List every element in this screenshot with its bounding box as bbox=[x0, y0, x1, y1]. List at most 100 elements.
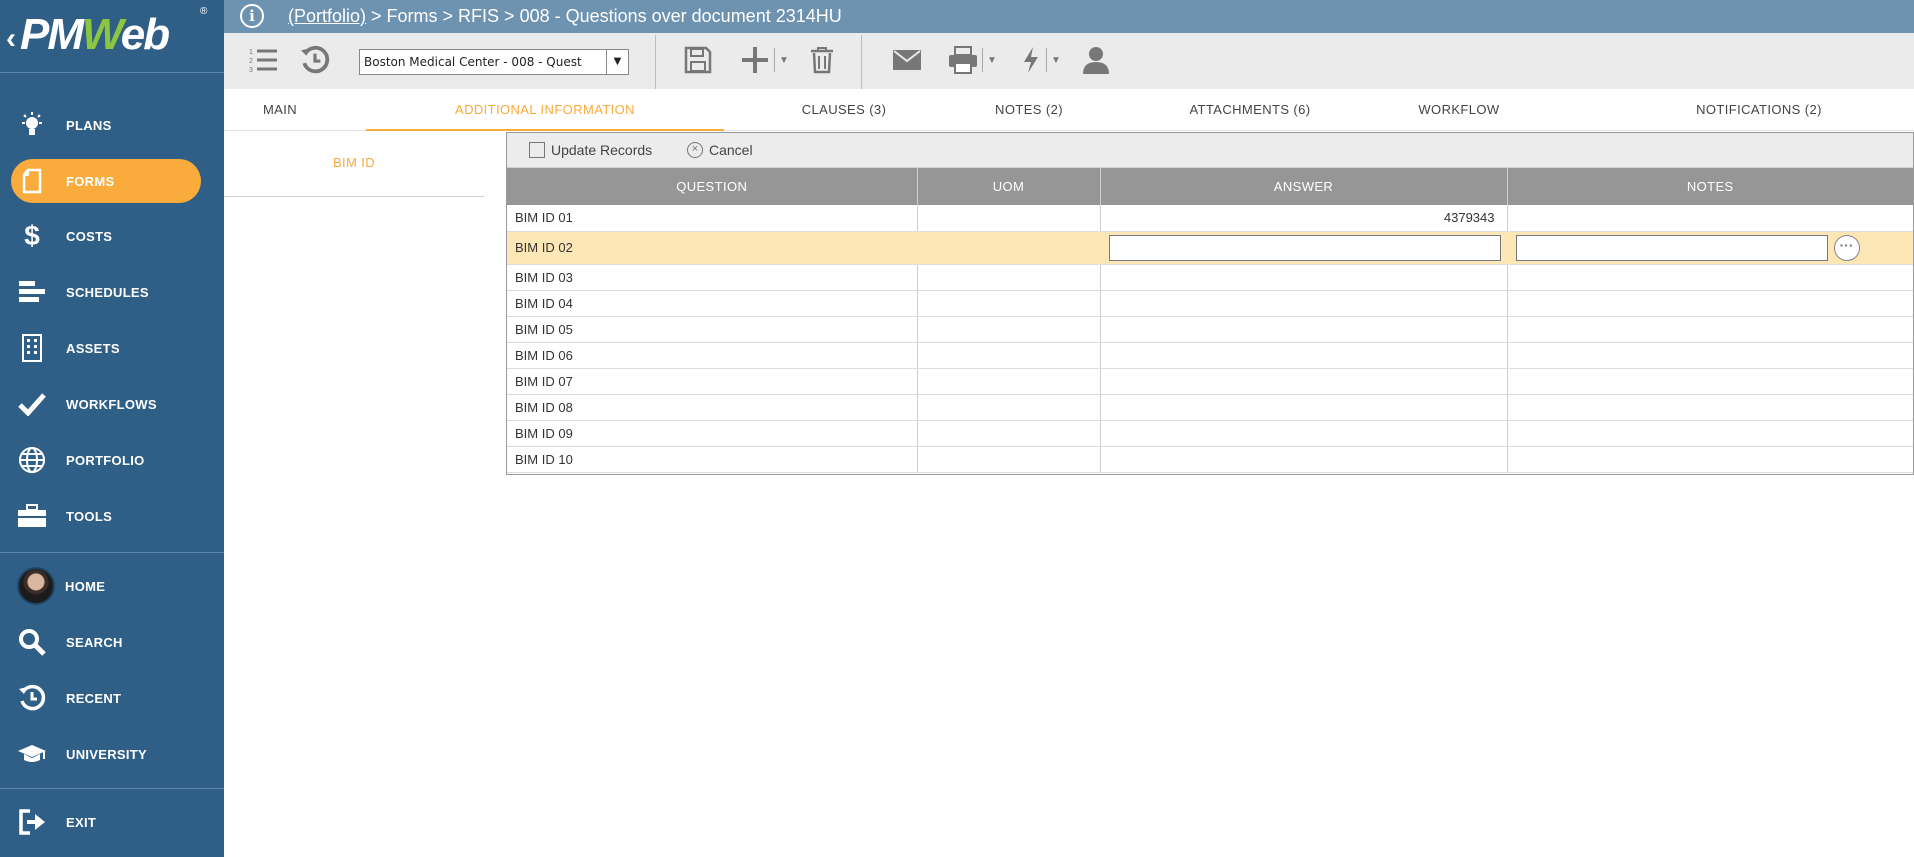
uom-cell bbox=[917, 394, 1101, 421]
table-row[interactable]: BIM ID 03 bbox=[507, 264, 1913, 291]
table-row[interactable]: BIM ID 04 bbox=[507, 290, 1913, 317]
sidebar-divider bbox=[0, 552, 224, 553]
tab-attachments[interactable]: ATTACHMENTS (6) bbox=[1160, 89, 1340, 131]
toolbar: 1 2 3 Boston Medical Center - 008 - Quest … bbox=[224, 33, 1914, 89]
answer-cell bbox=[1100, 231, 1508, 265]
chevron-down-icon[interactable]: ▼ bbox=[987, 55, 997, 66]
sidebar-item-label: UNIVERSITY bbox=[66, 746, 148, 762]
question-cell: BIM ID 06 bbox=[507, 342, 918, 369]
tab-notes[interactable]: NOTES (2) bbox=[954, 89, 1104, 131]
table-row[interactable]: BIM ID 08 bbox=[507, 394, 1913, 421]
chevron-left-icon[interactable]: ‹ bbox=[6, 22, 16, 56]
update-records-label: Update Records bbox=[551, 142, 653, 158]
uom-cell bbox=[917, 420, 1101, 447]
questions-table: QUESTION UOM ANSWER NOTES BIM ID 01 4379… bbox=[507, 168, 1913, 473]
sidebar-divider bbox=[0, 72, 224, 73]
answer-cell[interactable] bbox=[1100, 316, 1508, 343]
table-header-row: QUESTION UOM ANSWER NOTES bbox=[507, 168, 1913, 205]
answer-input[interactable] bbox=[1108, 234, 1501, 261]
sidebar-item-recent[interactable]: RECENT bbox=[0, 676, 224, 720]
notes-cell[interactable] bbox=[1507, 316, 1913, 343]
sidebar-item-forms[interactable]: FORMS bbox=[11, 159, 201, 203]
table-row[interactable]: BIM ID 06 bbox=[507, 342, 1913, 369]
answer-cell[interactable] bbox=[1100, 394, 1508, 421]
building-icon bbox=[17, 333, 47, 363]
sidebar-item-costs[interactable]: $ COSTS bbox=[0, 214, 224, 258]
email-icon[interactable] bbox=[892, 43, 922, 77]
question-cell: BIM ID 09 bbox=[507, 420, 918, 447]
answer-cell[interactable] bbox=[1100, 290, 1508, 317]
sidebar-item-schedules[interactable]: SCHEDULES bbox=[0, 270, 224, 314]
sidebar-item-plans[interactable]: PLANS bbox=[0, 103, 224, 147]
sidebar-item-exit[interactable]: EXIT bbox=[0, 800, 224, 844]
notes-cell[interactable] bbox=[1507, 446, 1913, 473]
delete-icon[interactable] bbox=[810, 43, 834, 77]
answer-cell[interactable] bbox=[1100, 368, 1508, 395]
add-icon[interactable]: ▼ bbox=[740, 43, 789, 77]
notes-cell[interactable] bbox=[1507, 290, 1913, 317]
notes-cell[interactable] bbox=[1507, 264, 1913, 291]
notes-editor: ··· bbox=[1515, 234, 1906, 261]
section-item-bim-id[interactable]: BIM ID bbox=[224, 155, 484, 170]
project-select[interactable]: Boston Medical Center - 008 - Quest ▼ bbox=[359, 49, 629, 75]
chevron-down-icon[interactable]: ▼ bbox=[779, 55, 789, 66]
sidebar-item-home[interactable]: HOME bbox=[0, 564, 224, 608]
table-row[interactable]: BIM ID 05 bbox=[507, 316, 1913, 343]
save-icon[interactable] bbox=[684, 43, 712, 77]
user-icon[interactable] bbox=[1082, 43, 1110, 77]
answer-cell[interactable] bbox=[1100, 446, 1508, 473]
notes-cell[interactable] bbox=[1507, 342, 1913, 369]
sidebar-item-label: WORKFLOWS bbox=[66, 396, 157, 412]
table-row[interactable]: BIM ID 10 bbox=[507, 446, 1913, 473]
tab-workflow[interactable]: WORKFLOW bbox=[1394, 89, 1524, 131]
breadcrumb-portfolio-link[interactable]: (Portfolio) bbox=[288, 6, 366, 26]
column-header-answer[interactable]: ANSWER bbox=[1100, 168, 1508, 205]
answer-cell[interactable] bbox=[1100, 342, 1508, 369]
sidebar-item-label: RECENT bbox=[66, 690, 122, 706]
pmweb-logo[interactable]: ‹ PMWeb ® bbox=[0, 0, 224, 72]
update-records-button[interactable]: Update Records bbox=[529, 142, 652, 158]
tab-clauses[interactable]: CLAUSES (3) bbox=[764, 89, 924, 131]
table-row[interactable]: BIM ID 09 bbox=[507, 420, 1913, 447]
notes-cell[interactable] bbox=[1507, 368, 1913, 395]
dollar-icon: $ bbox=[24, 220, 40, 251]
table-row[interactable]: BIM ID 01 4379343 bbox=[507, 205, 1913, 232]
uom-cell bbox=[917, 264, 1101, 291]
tab-notifications[interactable]: NOTIFICATIONS (2) bbox=[1664, 89, 1854, 131]
history-icon bbox=[17, 683, 47, 713]
sidebar-item-tools[interactable]: TOOLS bbox=[0, 494, 224, 538]
chevron-down-icon[interactable]: ▼ bbox=[606, 50, 628, 74]
lightning-icon[interactable]: ▼ bbox=[1022, 43, 1061, 77]
column-header-notes[interactable]: NOTES bbox=[1507, 168, 1913, 205]
notes-cell[interactable] bbox=[1507, 394, 1913, 421]
table-row[interactable]: BIM ID 07 bbox=[507, 368, 1913, 395]
notes-input[interactable] bbox=[1515, 234, 1828, 261]
sidebar-item-university[interactable]: UNIVERSITY bbox=[0, 732, 224, 776]
chevron-down-icon[interactable]: ▼ bbox=[1051, 55, 1061, 66]
questions-grid: Update Records × Cancel QUESTION UOM ANS… bbox=[506, 132, 1914, 475]
print-icon[interactable]: ▼ bbox=[948, 43, 997, 77]
cancel-button[interactable]: × Cancel bbox=[687, 142, 753, 158]
question-cell: BIM ID 07 bbox=[507, 368, 918, 395]
question-cell: BIM ID 04 bbox=[507, 290, 918, 317]
info-icon[interactable]: i bbox=[240, 4, 264, 28]
notes-cell[interactable] bbox=[1507, 420, 1913, 447]
sidebar-item-workflows[interactable]: WORKFLOWS bbox=[0, 382, 224, 426]
grid-action-bar: Update Records × Cancel bbox=[507, 133, 1913, 168]
ellipsis-icon[interactable]: ··· bbox=[1833, 234, 1860, 261]
cancel-label: Cancel bbox=[709, 142, 753, 158]
column-header-question[interactable]: QUESTION bbox=[507, 168, 918, 205]
column-header-uom[interactable]: UOM bbox=[917, 168, 1101, 205]
sidebar-item-portfolio[interactable]: PORTFOLIO bbox=[0, 438, 224, 482]
tab-additional-information[interactable]: ADDITIONAL INFORMATION bbox=[366, 89, 724, 131]
answer-cell[interactable] bbox=[1100, 264, 1508, 291]
numbered-list-icon[interactable]: 1 2 3 bbox=[248, 43, 278, 77]
answer-cell[interactable]: 4379343 bbox=[1100, 205, 1508, 232]
answer-cell[interactable] bbox=[1100, 420, 1508, 447]
sidebar-item-assets[interactable]: ASSETS bbox=[0, 326, 224, 370]
notes-cell[interactable] bbox=[1507, 205, 1913, 232]
history-icon[interactable] bbox=[300, 43, 330, 77]
tab-main[interactable]: MAIN bbox=[244, 89, 316, 131]
sidebar-item-search[interactable]: SEARCH bbox=[0, 620, 224, 664]
table-row-editing[interactable]: BIM ID 02 ··· bbox=[507, 231, 1913, 265]
